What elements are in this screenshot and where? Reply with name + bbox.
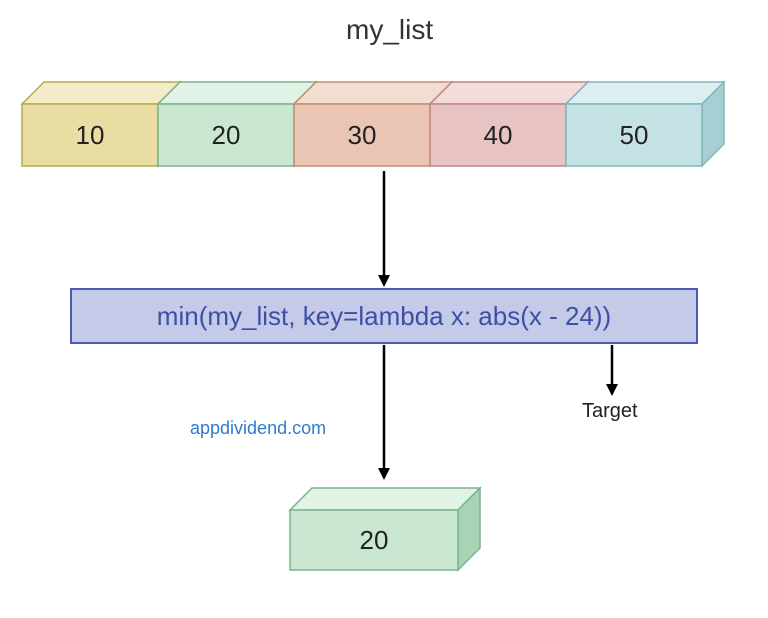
list-cell-0: 10 (22, 82, 180, 166)
list-cell-1: 20 (158, 82, 316, 166)
list-cell-3: 40 (430, 82, 588, 166)
list-cell-3-value: 40 (484, 120, 513, 150)
list-cell-0-value: 10 (76, 120, 105, 150)
watermark: appdividend.com (190, 418, 326, 439)
code-expression: min(my_list, key=lambda x: abs(x - 24)) (70, 288, 698, 344)
result-cell: 20 (290, 488, 480, 570)
list-cell-2-value: 30 (348, 120, 377, 150)
list-cell-1-value: 20 (212, 120, 241, 150)
target-label: Target (582, 400, 638, 423)
list-cell-2: 30 (294, 82, 452, 166)
list-cell-4-value: 50 (620, 120, 649, 150)
result-cell-value: 20 (360, 525, 389, 555)
list-cell-4: 50 (566, 82, 724, 166)
diagram-title: my_list (346, 14, 433, 46)
